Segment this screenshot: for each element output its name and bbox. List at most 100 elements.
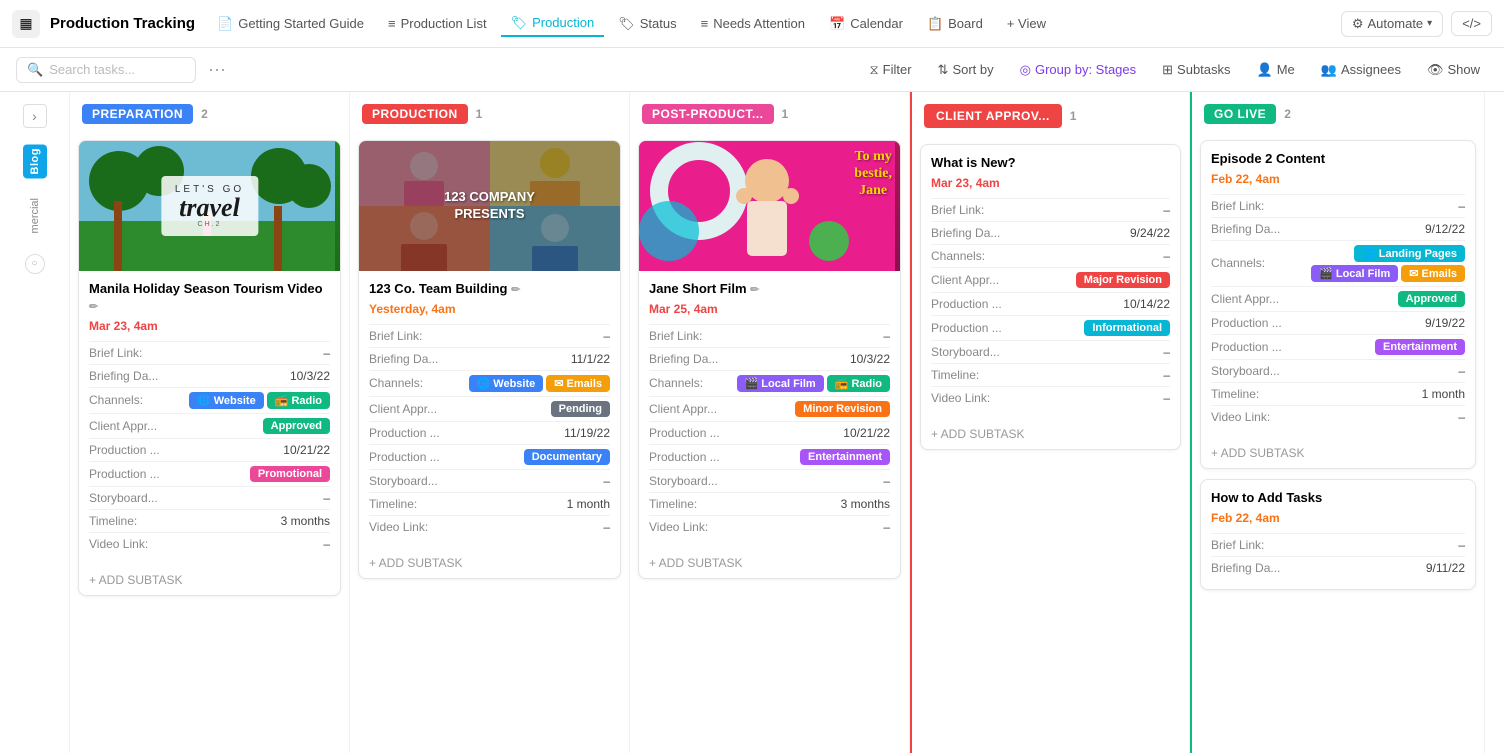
automate-icon: ⚙ [1352, 16, 1364, 32]
tab-label: Needs Attention [713, 16, 805, 31]
add-subtask-123[interactable]: + ADD SUBTASK [359, 548, 620, 578]
card-title-manila: Manila Holiday Season Tourism Video ✏ [89, 281, 330, 315]
badge-local-film[interactable]: 🎬 Local Film [737, 375, 824, 392]
expand-button[interactable]: › [23, 104, 47, 128]
add-subtask-episode2[interactable]: + ADD SUBTASK [1201, 438, 1475, 468]
tab-label: Board [948, 16, 983, 31]
tab-production[interactable]: 🏷 Production [501, 11, 605, 37]
tab-label: Calendar [850, 16, 903, 31]
tab-status[interactable]: 🏷 Status [608, 12, 686, 36]
app-title: Production Tracking [50, 15, 195, 32]
tab-icon: ≡ [701, 16, 709, 31]
field-prod-type: Production ... Entertainment [649, 444, 890, 469]
tab-production-list[interactable]: ≡ Production List [378, 12, 497, 35]
field-storyboard: Storyboard...– [1211, 359, 1465, 382]
badge-landing-pages[interactable]: 🌐 Landing Pages [1354, 245, 1465, 262]
nav-right: ⚙ Automate ▾ </> [1341, 11, 1492, 37]
badge-radio[interactable]: 📻 Radio [827, 375, 890, 392]
sidebar-toggle[interactable]: ○ [25, 254, 45, 274]
field-brief-link: Brief Link:– [89, 341, 330, 364]
me-button[interactable]: 👤 Me [1249, 58, 1303, 82]
field-production-type: Production ... Promotional [89, 461, 330, 486]
card-image-123: 123 COMPANYPRESENTS [359, 141, 620, 271]
share-button[interactable]: </> [1451, 11, 1492, 36]
field-video: Video Link:– [649, 515, 890, 538]
sort-label: Sort by [952, 62, 993, 77]
field-timeline: Timeline:1 month [1211, 382, 1465, 405]
card-date-manila: Mar 23, 4am [89, 319, 330, 333]
toolbar-right: ⧖ Filter ⇅ Sort by ◎ Group by: Stages ⊞ … [862, 58, 1489, 82]
automate-button[interactable]: ⚙ Automate ▾ [1341, 11, 1443, 37]
card-title-howto: How to Add Tasks [1211, 490, 1465, 507]
col-count-production: 1 [476, 107, 483, 121]
badge-major-revision[interactable]: Major Revision [1076, 272, 1170, 288]
subtasks-icon: ⊞ [1162, 62, 1173, 78]
badge-website[interactable]: 🌐 Website [189, 392, 264, 409]
me-icon: 👤 [1257, 62, 1273, 78]
tab-view[interactable]: + View [997, 12, 1056, 35]
badge-emails[interactable]: ✉ Emails [1401, 265, 1465, 282]
badge-website[interactable]: 🌐 Website [469, 375, 544, 392]
tab-label: Getting Started Guide [238, 16, 364, 31]
badges-channels: 🎬 Local Film 📻 Radio [737, 375, 890, 392]
card-body-123: 123 Co. Team Building ✏ Yesterday, 4am B… [359, 271, 620, 548]
field-video: Video Link:– [1211, 405, 1465, 428]
column-post-production: POST-PRODUCT... 1 [630, 92, 910, 753]
show-button[interactable]: 👁 Show [1419, 58, 1488, 82]
field-brief: Brief Link:– [369, 324, 610, 347]
field-prod-date: Production ...11/19/22 [369, 421, 610, 444]
badge-documentary[interactable]: Documentary [524, 449, 610, 465]
badge-pending[interactable]: Pending [551, 401, 610, 417]
badge-entertainment[interactable]: Entertainment [800, 449, 890, 465]
tab-icon: 📄 [217, 16, 233, 32]
sort-button[interactable]: ⇅ Sort by [930, 58, 1002, 82]
card-image-manila: LET'S GO travel CH.2 [79, 141, 340, 271]
field-brief: Brief Link:– [649, 324, 890, 347]
tab-icon: ≡ [388, 16, 396, 31]
badge-local-film[interactable]: 🎬 Local Film [1311, 265, 1398, 282]
filter-icon: ⧖ [870, 62, 879, 78]
assignees-button[interactable]: 👥 Assignees [1313, 58, 1409, 82]
badge-informational[interactable]: Informational [1084, 320, 1170, 336]
tab-board[interactable]: 📋 Board [917, 12, 993, 36]
more-options-button[interactable]: ··· [208, 59, 226, 80]
tab-getting-started[interactable]: 📄 Getting Started Guide [207, 12, 374, 36]
field-briefing: Briefing Da...9/12/22 [1211, 217, 1465, 240]
field-prod-type: Production ... Documentary [369, 444, 610, 469]
search-box[interactable]: 🔍 Search tasks... [16, 57, 196, 83]
add-subtask-jane[interactable]: + ADD SUBTASK [639, 548, 900, 578]
tab-calendar[interactable]: 📅 Calendar [819, 12, 913, 36]
badges-channels: 🌐 Website 📻 Radio [189, 392, 330, 409]
filter-button[interactable]: ⧖ Filter [862, 58, 920, 82]
subtasks-button[interactable]: ⊞ Subtasks [1154, 58, 1238, 82]
group-button[interactable]: ◎ Group by: Stages [1012, 58, 1145, 82]
cards-golive: Episode 2 Content Feb 22, 4am Brief Link… [1192, 132, 1484, 598]
field-channels: Channels: 🌐 Website ✉ Emails [369, 370, 610, 396]
badge-emails[interactable]: ✉ Emails [546, 375, 610, 392]
add-subtask-manila[interactable]: + ADD SUBTASK [79, 565, 340, 595]
card-date-123: Yesterday, 4am [369, 302, 610, 316]
badge-radio[interactable]: 📻 Radio [267, 392, 330, 409]
badge-minor-revision[interactable]: Minor Revision [795, 401, 890, 417]
badge-approved[interactable]: Approved [263, 418, 330, 434]
field-briefing: Briefing Da...9/11/22 [1211, 556, 1465, 579]
field-briefing: Briefing Da...11/1/22 [369, 347, 610, 370]
card-body-episode2: Episode 2 Content Feb 22, 4am Brief Link… [1201, 141, 1475, 438]
card-date-jane: Mar 25, 4am [649, 302, 890, 316]
column-header-post: POST-PRODUCT... 1 [630, 92, 909, 132]
add-subtask-whatsnew[interactable]: + ADD SUBTASK [921, 419, 1180, 449]
tab-needs-attention[interactable]: ≡ Needs Attention [691, 12, 815, 35]
card-image-jane: To mybestie,Jane [639, 141, 900, 271]
tab-label: Production List [401, 16, 487, 31]
board: › Blog mercial ○ PREPARATION 2 [0, 92, 1504, 753]
badge-promotional[interactable]: Promotional [250, 466, 330, 482]
badge-entertainment[interactable]: Entertainment [1375, 339, 1465, 355]
field-client: Client Appr... Major Revision [931, 267, 1170, 292]
card-title-whatsnew: What is New? [931, 155, 1170, 172]
field-brief: Brief Link:– [1211, 533, 1465, 556]
field-prod-date: Production ...10/21/22 [649, 421, 890, 444]
field-storyboard: Storyboard...– [369, 469, 610, 492]
tab-icon: 📅 [829, 16, 845, 32]
field-brief: Brief Link:– [1211, 194, 1465, 217]
badge-approved[interactable]: Approved [1398, 291, 1465, 307]
